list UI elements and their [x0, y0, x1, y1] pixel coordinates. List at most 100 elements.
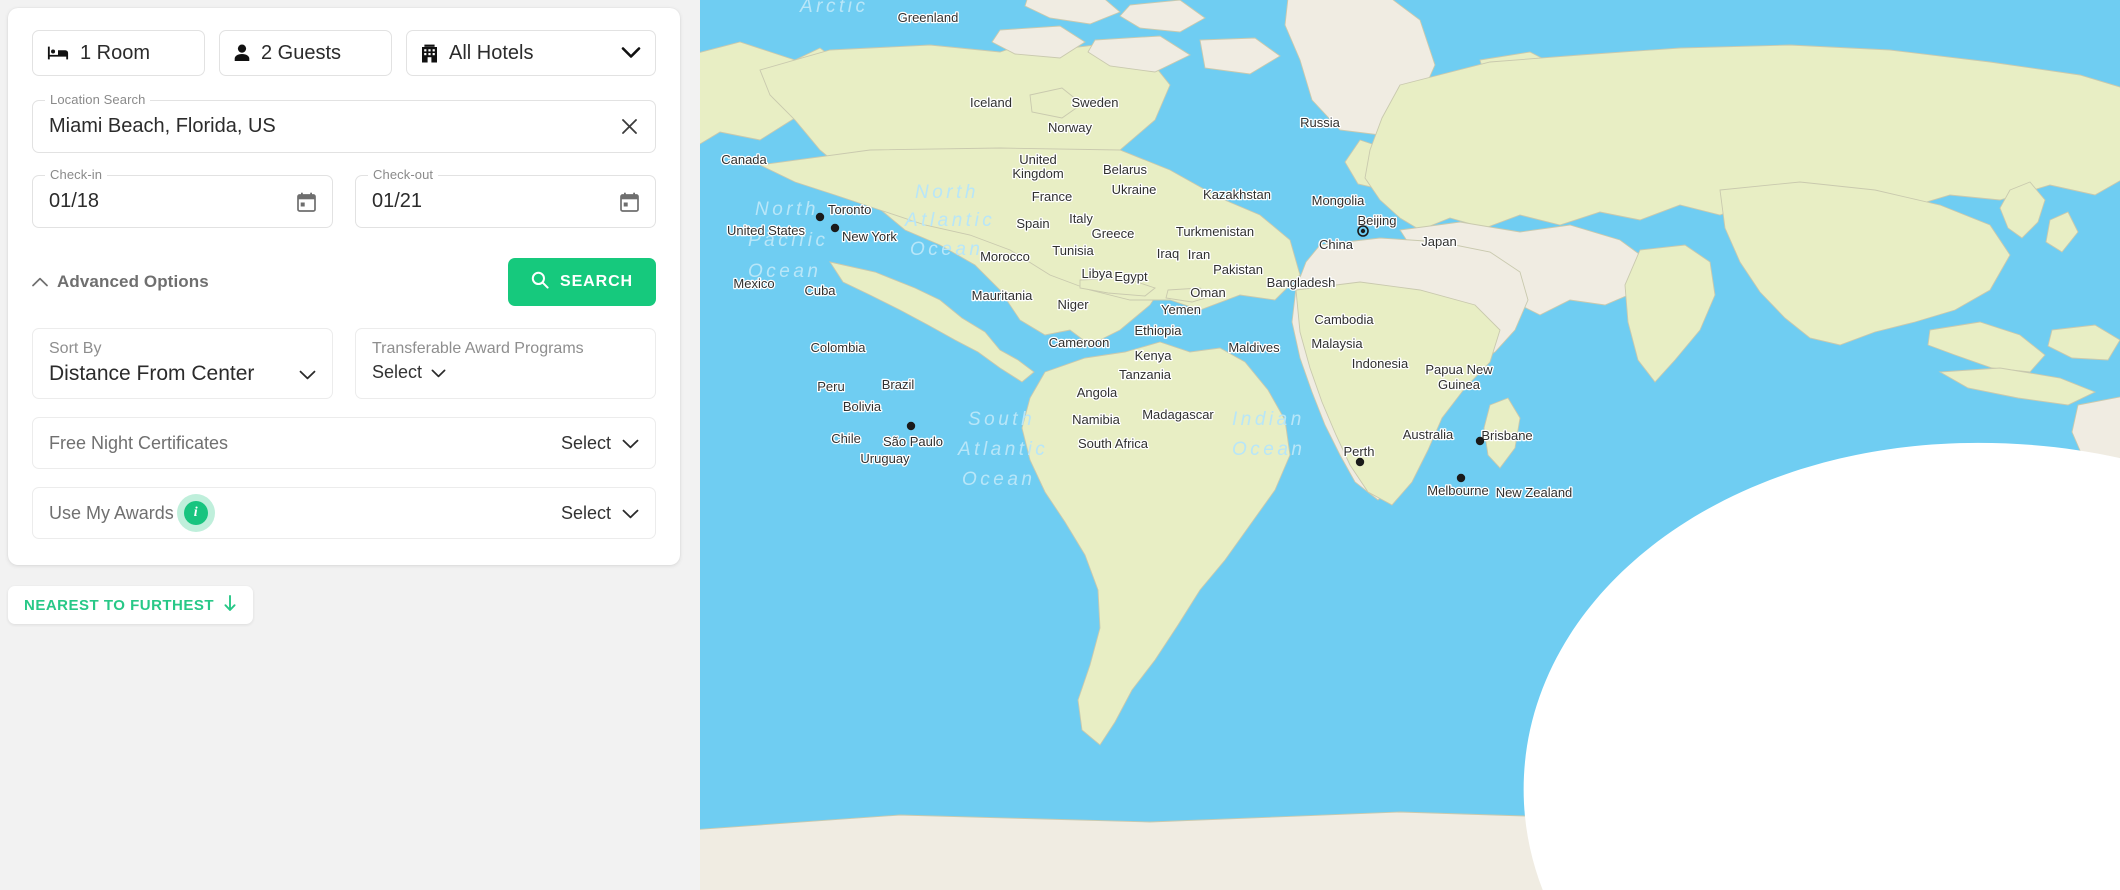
- chevron-down-icon: [299, 362, 316, 386]
- ocean-label: Ocean: [962, 469, 1035, 490]
- country-label: Italy: [1069, 211, 1093, 226]
- date-range-row: Check-in 01/18 Check-out 01/21: [32, 167, 656, 228]
- country-label: Madagascar: [1142, 407, 1214, 422]
- country-label: Turkmenistan: [1176, 224, 1254, 239]
- country-label: Canada: [721, 152, 767, 167]
- free-night-certificates-value: Select: [560, 432, 611, 453]
- ocean-label: Arctic: [799, 0, 869, 17]
- feedback-button[interactable]: Feedback: [1524, 442, 2120, 890]
- hotel-brand-selector[interactable]: All Hotels: [406, 30, 656, 76]
- country-label: Ukraine: [1112, 182, 1157, 197]
- rooms-selector[interactable]: 1 Room: [32, 30, 205, 76]
- chevron-down-icon: [622, 433, 639, 454]
- location-search-field[interactable]: Location Search Miami Beach, Florida, US: [32, 92, 656, 153]
- search-icon: [531, 271, 549, 294]
- search-button[interactable]: SEARCH: [508, 258, 656, 306]
- country-label: Japan: [1421, 234, 1456, 249]
- ocean-label: North: [915, 182, 979, 203]
- country-label: Cameroon: [1049, 335, 1110, 350]
- country-label: Maldives: [1228, 340, 1280, 355]
- guests-label: 2 Guests: [261, 41, 342, 64]
- country-label: Oman: [1190, 285, 1225, 300]
- search-sidebar: 1 Room 2 Guests All Hotels Location Sear…: [0, 0, 700, 890]
- hotel-brand-label: All Hotels: [449, 41, 534, 64]
- transferable-award-programs-value: Select: [372, 362, 423, 382]
- country-label: Malaysia: [1311, 336, 1363, 351]
- ocean-label: South: [968, 409, 1035, 430]
- use-my-awards-select[interactable]: Use My Awards i Select: [32, 487, 656, 539]
- country-label: United: [1019, 152, 1057, 167]
- country-label: Namibia: [1072, 412, 1120, 427]
- info-circle-icon[interactable]: i: [183, 501, 208, 525]
- advanced-options-label: Advanced Options: [57, 272, 209, 291]
- country-label: Kazakhstan: [1203, 187, 1271, 202]
- chevron-up-icon: [32, 272, 48, 292]
- advanced-options-toggle[interactable]: Advanced Options: [32, 272, 209, 292]
- country-label: Greece: [1092, 226, 1135, 241]
- country-label: Mongolia: [1312, 193, 1366, 208]
- country-label: Libya: [1081, 266, 1113, 281]
- free-night-certificates-select[interactable]: Free Night Certificates Select: [32, 417, 656, 469]
- country-label: Morocco: [980, 249, 1030, 264]
- country-label: Mauritania: [972, 288, 1033, 303]
- free-night-certificates-label: Free Night Certificates: [49, 432, 229, 453]
- country-label: Sweden: [1072, 95, 1119, 110]
- country-label: South Africa: [1078, 436, 1149, 451]
- country-label: Belarus: [1103, 162, 1148, 177]
- country-label: Norway: [1048, 120, 1093, 135]
- country-label: Cambodia: [1314, 312, 1374, 327]
- checkin-value: 01/18: [49, 190, 100, 212]
- chevron-down-icon: [622, 503, 639, 524]
- bed-icon: [47, 45, 69, 61]
- country-label: Russia: [1300, 115, 1341, 130]
- chevron-down-icon: [431, 362, 446, 383]
- city-dot: [815, 212, 825, 222]
- ocean-label: Atlantic: [904, 210, 995, 231]
- checkin-legend: Check-in: [45, 167, 108, 182]
- ocean-label: Atlantic: [957, 439, 1048, 460]
- country-label: Indonesia: [1352, 356, 1409, 371]
- country-label: Spain: [1016, 216, 1049, 231]
- chat-bubble-icon: [1268, 396, 2120, 890]
- country-label: Papua New: [1425, 362, 1493, 377]
- sort-by-select[interactable]: Sort By Distance From Center: [32, 328, 333, 399]
- country-label: Kingdom: [1012, 166, 1063, 181]
- country-label: Chile: [831, 431, 861, 446]
- country-label: Peru: [817, 379, 844, 394]
- calendar-icon[interactable]: [620, 192, 639, 212]
- ocean-label: North: [755, 199, 819, 220]
- world-map[interactable]: Arctic North Pacific Ocean North Atlanti…: [700, 0, 2120, 890]
- city-label: New York: [842, 229, 897, 244]
- city-dot: [906, 421, 916, 431]
- checkout-field[interactable]: Check-out 01/21: [355, 167, 656, 228]
- country-label: Brazil: [882, 377, 915, 392]
- country-label: Cuba: [804, 283, 836, 298]
- city-label: Toronto: [828, 202, 871, 217]
- close-x-icon[interactable]: [620, 117, 639, 136]
- country-label: Mexico: [733, 276, 774, 291]
- country-label: Egypt: [1114, 269, 1148, 284]
- country-label: Bolivia: [843, 399, 882, 414]
- country-label: Tanzania: [1119, 367, 1172, 382]
- checkin-field[interactable]: Check-in 01/18: [32, 167, 333, 228]
- guests-selector[interactable]: 2 Guests: [219, 30, 392, 76]
- country-label: Pakistan: [1213, 262, 1263, 277]
- chevron-down-icon: [621, 42, 641, 65]
- checkout-value: 01/21: [372, 190, 423, 212]
- transferable-award-programs-select[interactable]: Transferable Award Programs Select: [355, 328, 656, 399]
- calendar-icon[interactable]: [297, 192, 316, 212]
- country-label: Iran: [1188, 247, 1210, 262]
- checkout-legend: Check-out: [368, 167, 439, 182]
- sort-direction-chip[interactable]: NEAREST TO FURTHEST: [8, 586, 254, 624]
- country-label: Guinea: [1438, 377, 1481, 392]
- sort-direction-label: NEAREST TO FURTHEST: [24, 596, 215, 614]
- country-label: Colombia: [811, 340, 867, 355]
- advanced-and-search-row: Advanced Options SEARCH: [32, 258, 656, 306]
- country-label: Iraq: [1157, 246, 1179, 261]
- country-label: Tunisia: [1052, 243, 1094, 258]
- location-search-value: Miami Beach, Florida, US: [49, 115, 276, 137]
- country-label: Kenya: [1135, 348, 1173, 363]
- sort-by-value: Distance From Center: [49, 362, 255, 385]
- sort-by-label: Sort By: [49, 340, 102, 357]
- capital-dot: [1360, 228, 1366, 234]
